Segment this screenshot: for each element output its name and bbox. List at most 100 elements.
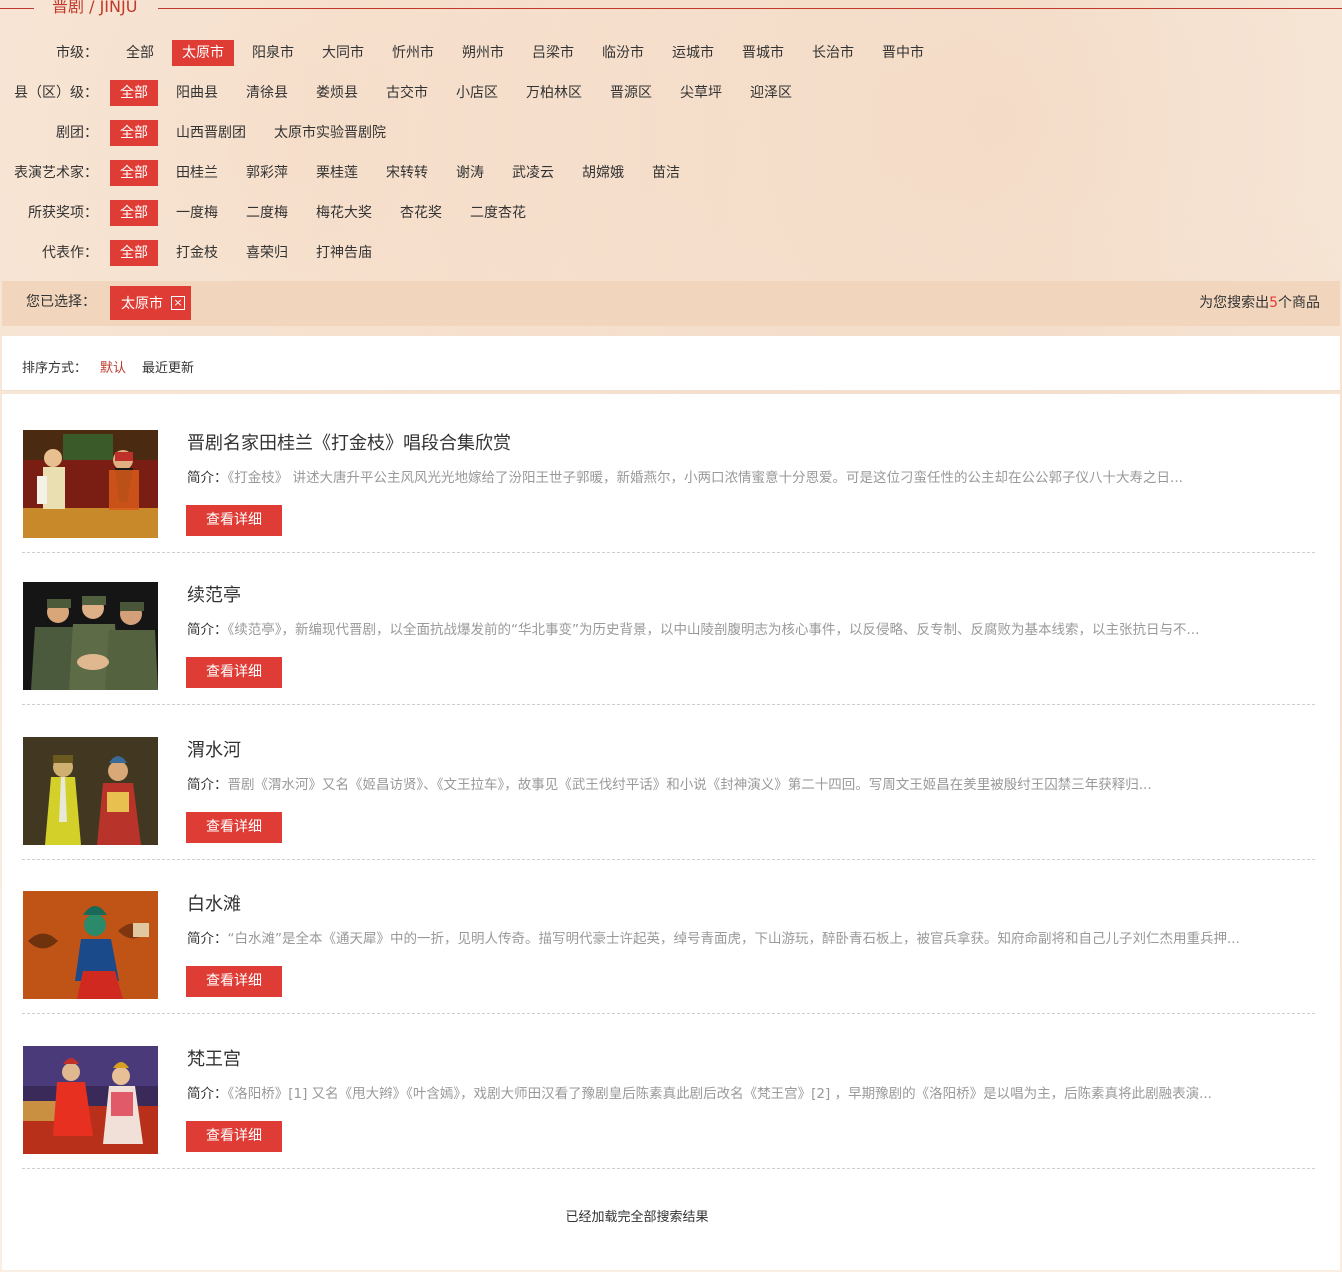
list-item: 梵王宫简介：《洛阳桥》[1] 又名《甩大辫》《叶含嫣》，戏剧大师田汉看了豫剧皇后… xyxy=(22,1018,1315,1169)
filter-option[interactable]: 二度杏花 xyxy=(460,200,536,226)
filter-option[interactable]: 长治市 xyxy=(802,40,864,66)
filter-option[interactable]: 打金枝 xyxy=(166,240,228,266)
filter-option[interactable]: 宋转转 xyxy=(376,160,438,186)
result-list: 晋剧名家田桂兰《打金枝》唱段合集欣赏简介：《打金枝》 讲述大唐升平公主风风光光地… xyxy=(2,394,1340,1270)
filter-option[interactable]: 喜荣归 xyxy=(236,240,298,266)
item-description-text: 《续范亭》，新编现代晋剧，以全面抗战爆发前的“华北事变”为历史背景，以中山陵剖腹… xyxy=(227,622,1200,638)
filter-option[interactable]: 忻州市 xyxy=(382,40,444,66)
filter-label-masterpiece: 代表作： xyxy=(42,245,98,261)
list-item: 白水滩简介：“白水滩”是全本《通天犀》中的一折，见明人传奇。描写明代豪士许起英，… xyxy=(22,863,1315,1014)
view-detail-button[interactable]: 查看详细 xyxy=(186,1121,282,1152)
filter-option[interactable]: 梅花大奖 xyxy=(306,200,382,226)
filter-option[interactable]: 谢涛 xyxy=(446,160,494,186)
filter-label-troupe: 剧团： xyxy=(56,125,98,141)
filter-options: 全部 山西晋剧团 太原市实验晋剧院 xyxy=(110,120,404,146)
header-divider-right xyxy=(158,8,1342,9)
item-description-label: 简介： xyxy=(187,931,228,947)
item-description-label: 简介： xyxy=(187,1086,228,1102)
filter-option[interactable]: 一度梅 xyxy=(166,200,228,226)
result-count: 为您搜索出5个商品 xyxy=(1199,281,1320,326)
filter-options: 全部 田桂兰 郭彩萍 栗桂莲 宋转转 谢涛 武凌云 胡嫦娥 苗洁 xyxy=(110,160,698,186)
filter-options: 全部 一度梅 二度梅 梅花大奖 杏花奖 二度杏花 xyxy=(110,200,544,226)
filter-row-troupe: 剧团： 全部 山西晋剧团 太原市实验晋剧院 xyxy=(0,120,1342,146)
filter-option[interactable]: 杏花奖 xyxy=(390,200,452,226)
filter-option[interactable]: 全部 xyxy=(116,40,164,66)
filter-option[interactable]: 大同市 xyxy=(312,40,374,66)
filter-option[interactable]: 打神告庙 xyxy=(306,240,382,266)
filter-label-artist: 表演艺术家： xyxy=(14,165,98,181)
filter-option[interactable]: 太原市实验晋剧院 xyxy=(264,120,396,146)
filter-option[interactable]: 阳泉市 xyxy=(242,40,304,66)
view-detail-button[interactable]: 查看详细 xyxy=(186,812,282,843)
list-item: 续范亭简介：《续范亭》，新编现代晋剧，以全面抗战爆发前的“华北事变”为历史背景，… xyxy=(22,554,1315,705)
result-count-suffix: 个商品 xyxy=(1278,295,1320,311)
view-detail-button[interactable]: 查看详细 xyxy=(186,657,282,688)
filter-option[interactable]: 吕梁市 xyxy=(522,40,584,66)
filter-option[interactable]: 万柏林区 xyxy=(516,80,592,106)
filter-option[interactable]: 晋城市 xyxy=(732,40,794,66)
filter-row-county: 县（区）级： 全部 阳曲县 清徐县 娄烦县 古交市 小店区 万柏林区 晋源区 尖草坪 迎泽区 xyxy=(0,80,1342,106)
item-description-label: 简介： xyxy=(187,622,228,638)
filter-option[interactable]: 苗洁 xyxy=(642,160,690,186)
filter-option[interactable]: 迎泽区 xyxy=(740,80,802,106)
filter-option[interactable]: 临汾市 xyxy=(592,40,654,66)
filter-option[interactable]: 清徐县 xyxy=(236,80,298,106)
view-detail-button[interactable]: 查看详细 xyxy=(186,966,282,997)
filter-option[interactable]: 娄烦县 xyxy=(306,80,368,106)
selected-tag[interactable]: 太原市 × xyxy=(110,286,191,320)
filter-option[interactable]: 古交市 xyxy=(376,80,438,106)
item-description-text: “白水滩”是全本《通天犀》中的一折，见明人传奇。描写明代豪士许起英，绰号青面虎，… xyxy=(227,931,1240,947)
filter-option[interactable]: 小店区 xyxy=(446,80,508,106)
filter-option[interactable]: 武凌云 xyxy=(502,160,564,186)
filter-label-award: 所获奖项： xyxy=(28,205,98,221)
filter-option[interactable]: 全部 xyxy=(110,160,158,186)
item-description-text: 晋剧《渭水河》又名《姬昌访贤》、《文王拉车》，故事见《武王伐纣平话》和小说《封神… xyxy=(227,777,1152,793)
sort-label: 排序方式： xyxy=(22,361,88,376)
filter-option[interactable]: 阳曲县 xyxy=(166,80,228,106)
filter-option[interactable]: 全部 xyxy=(110,240,158,266)
filter-option[interactable]: 二度梅 xyxy=(236,200,298,226)
filter-option[interactable]: 郭彩萍 xyxy=(236,160,298,186)
filter-row-artist: 表演艺术家： 全部 田桂兰 郭彩萍 栗桂莲 宋转转 谢涛 武凌云 胡嫦娥 苗洁 xyxy=(0,160,1342,186)
filter-option[interactable]: 全部 xyxy=(110,200,158,226)
item-title[interactable]: 梵王宫 xyxy=(187,1048,241,1072)
item-thumbnail[interactable] xyxy=(23,737,158,845)
item-thumbnail[interactable] xyxy=(23,891,158,999)
sort-option-latest[interactable]: 最近更新 xyxy=(142,357,194,376)
item-title[interactable]: 渭水河 xyxy=(187,739,241,763)
filter-option[interactable]: 山西晋剧团 xyxy=(166,120,256,146)
filter-option[interactable]: 全部 xyxy=(110,120,158,146)
filter-options: 全部 太原市 阳泉市 大同市 忻州市 朔州市 吕梁市 临汾市 运城市 晋城市 长治市 晋中市 xyxy=(116,40,942,66)
filter-option[interactable]: 栗桂莲 xyxy=(306,160,368,186)
item-description-label: 简介： xyxy=(187,470,228,486)
item-thumbnail[interactable] xyxy=(23,582,158,690)
filter-options: 全部 打金枝 喜荣归 打神告庙 xyxy=(110,240,390,266)
item-title[interactable]: 白水滩 xyxy=(187,893,241,917)
selected-label: 您已选择： xyxy=(26,294,96,310)
selected-filters-bar: 您已选择： 太原市 × 为您搜索出5个商品 xyxy=(2,281,1340,326)
filter-option[interactable]: 太原市 xyxy=(172,40,234,66)
selected-tag-label: 太原市 xyxy=(121,296,163,312)
item-description-text: 《洛阳桥》[1] 又名《甩大辫》《叶含嫣》，戏剧大师田汉看了豫剧皇后陈素真此剧后… xyxy=(227,1086,1212,1102)
result-count-number: 5 xyxy=(1269,295,1278,311)
filter-label-city: 市级： xyxy=(56,45,98,61)
filter-option[interactable]: 尖草坪 xyxy=(670,80,732,106)
end-of-results: 已经加载完全部搜索结果 xyxy=(565,1210,709,1225)
filter-option[interactable]: 运城市 xyxy=(662,40,724,66)
section-title: 晋剧 / JINJU xyxy=(52,0,138,16)
filter-option[interactable]: 晋中市 xyxy=(872,40,934,66)
view-detail-button[interactable]: 查看详细 xyxy=(186,505,282,536)
item-thumbnail[interactable] xyxy=(23,430,158,538)
item-description: 简介：《续范亭》，新编现代晋剧，以全面抗战爆发前的“华北事变”为历史背景，以中山… xyxy=(187,620,1307,640)
item-title[interactable]: 续范亭 xyxy=(187,584,241,608)
filter-option[interactable]: 全部 xyxy=(110,80,158,106)
filter-option[interactable]: 晋源区 xyxy=(600,80,662,106)
filter-option[interactable]: 胡嫦娥 xyxy=(572,160,634,186)
item-title[interactable]: 晋剧名家田桂兰《打金枝》唱段合集欣赏 xyxy=(187,432,511,456)
filter-option[interactable]: 朔州市 xyxy=(452,40,514,66)
sort-option-default[interactable]: 默认 xyxy=(100,357,126,376)
item-thumbnail[interactable] xyxy=(23,1046,158,1154)
filter-option[interactable]: 田桂兰 xyxy=(166,160,228,186)
item-description: 简介：《打金枝》 讲述大唐升平公主风风光光地嫁给了汾阳王世子郭暖，新婚燕尔，小两… xyxy=(187,468,1307,488)
close-icon[interactable]: × xyxy=(171,296,185,310)
